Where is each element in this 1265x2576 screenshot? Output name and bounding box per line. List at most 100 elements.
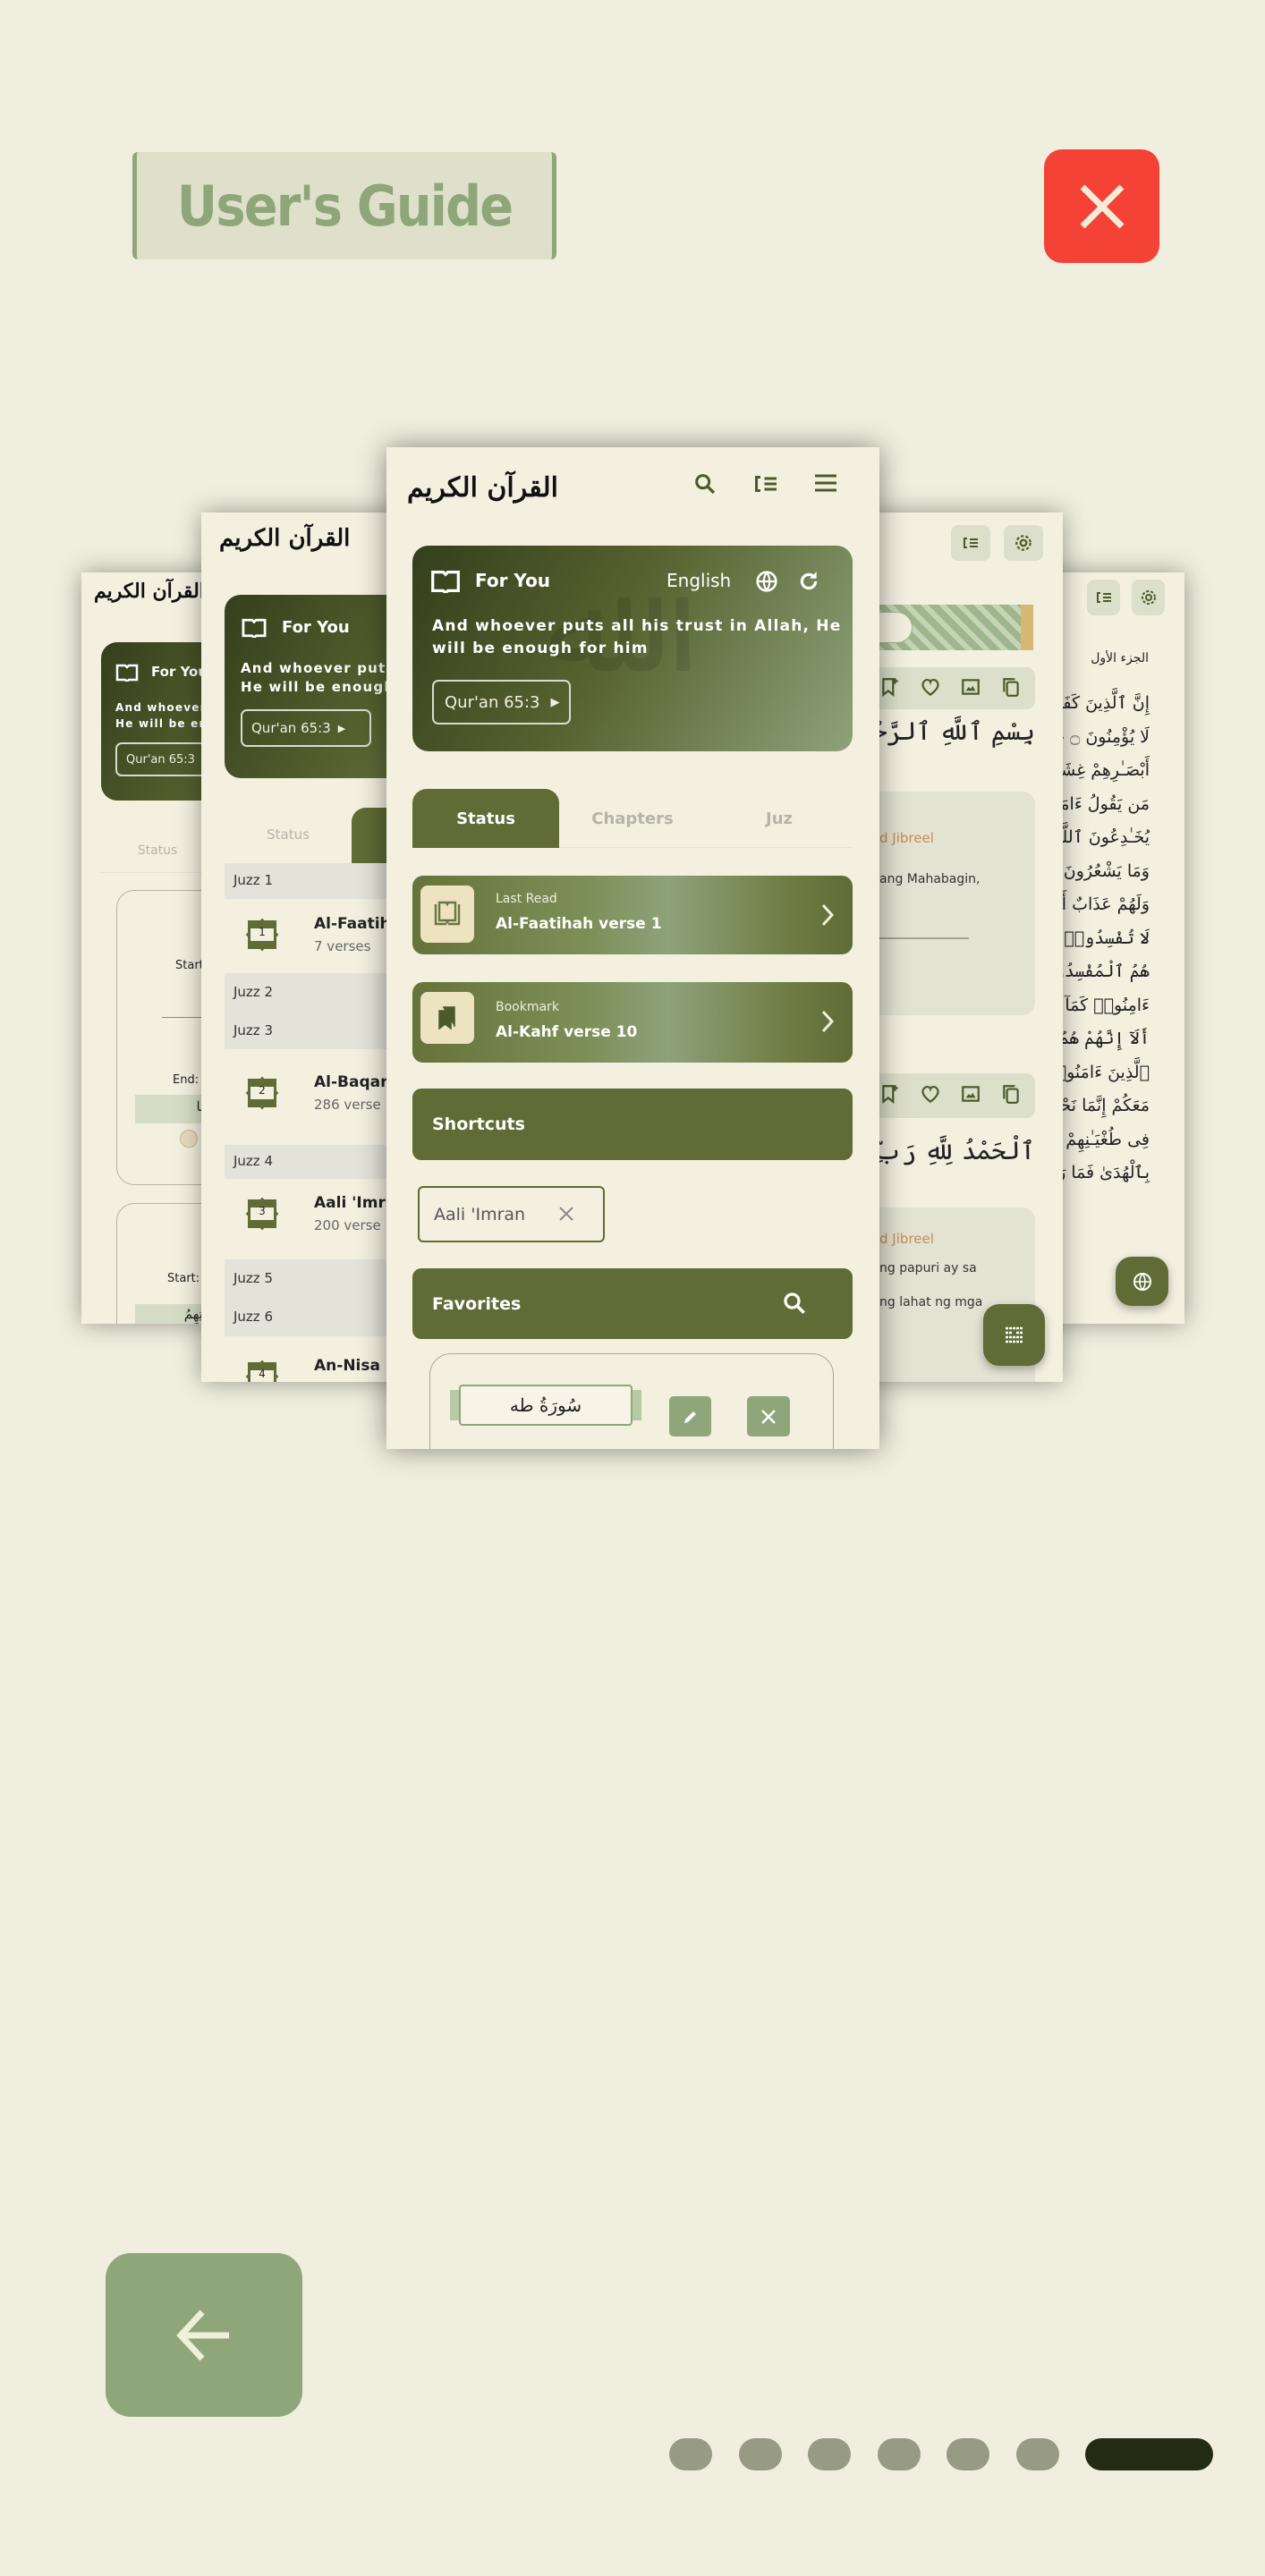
- surah-name: سُورَةُ طه: [509, 1394, 582, 1416]
- settings-button[interactable]: [1004, 525, 1043, 561]
- bookmark-add-icon[interactable]: [879, 676, 901, 698]
- menu-icon[interactable]: [813, 473, 838, 493]
- verse-reference: Qur'an 65:3: [445, 692, 540, 712]
- gear-icon: [1141, 590, 1156, 605]
- close-icon: [1080, 184, 1124, 228]
- playlist-icon[interactable]: [752, 474, 779, 494]
- remove-favorite-button[interactable]: [747, 1396, 790, 1436]
- app-logo: القرآن الكريم: [94, 580, 205, 603]
- end-label: End:: [173, 1073, 200, 1087]
- tab-status[interactable]: Status: [108, 837, 207, 864]
- verse-reference: Qur'an 65:3: [126, 752, 195, 767]
- playlist-button[interactable]: [1087, 580, 1120, 615]
- close-icon: [761, 1409, 776, 1424]
- reciter-name: d Jibreel: [879, 1231, 934, 1247]
- for-you-panel: ﷲ For You English And whoever puts all h…: [412, 546, 853, 751]
- shortcuts-header: Shortcuts: [412, 1089, 853, 1160]
- remove-icon[interactable]: [558, 1206, 574, 1222]
- shortcut-chip-label: Aali 'Imran: [434, 1204, 526, 1224]
- users-guide-title: User's Guide: [132, 152, 556, 259]
- heart-icon[interactable]: [920, 676, 941, 698]
- last-read-label: Last Read: [496, 892, 557, 906]
- refresh-icon[interactable]: [797, 570, 820, 593]
- pagination-dot[interactable]: [1015, 2438, 1059, 2470]
- verse-end-marker: [180, 1130, 198, 1148]
- language-selector[interactable]: English: [666, 570, 731, 591]
- playlist-button[interactable]: [951, 525, 990, 561]
- edit-favorite-button[interactable]: [669, 1396, 711, 1436]
- verse-reference-button[interactable]: Qur'an 65:3 ▶: [432, 680, 571, 724]
- pagination-dot[interactable]: [877, 2438, 921, 2470]
- back-button[interactable]: [106, 2253, 302, 2417]
- book-icon: [115, 664, 139, 682]
- verse-reference-button[interactable]: Qur'an 65:3 ▶: [241, 709, 371, 747]
- start-label-2: Start:: [167, 1272, 200, 1285]
- bookmark-label: Bookmark: [496, 1000, 559, 1014]
- preview-card-home: القرآن الكريم ﷲ For You English And whoe…: [386, 447, 879, 1449]
- bookmark-value: Al-Kahf verse 10: [496, 1023, 638, 1041]
- settings-button[interactable]: [1132, 580, 1165, 615]
- pagination-dot-active[interactable]: [1085, 2438, 1213, 2470]
- for-you-quote: And whoever puts all his trust in Allah,…: [432, 617, 842, 657]
- close-button[interactable]: [1044, 149, 1159, 263]
- chevron-right-icon: [821, 1010, 835, 1033]
- view-mode-fab[interactable]: [983, 1304, 1045, 1366]
- translation-fab[interactable]: [1116, 1257, 1168, 1306]
- tab-status[interactable]: Status: [225, 808, 352, 861]
- pagination-dot[interactable]: [947, 2438, 989, 2470]
- start-label: Start: [175, 959, 204, 972]
- last-read-card[interactable]: Last Read Al-Faatihah verse 1: [412, 876, 853, 954]
- heart-icon[interactable]: [920, 1083, 941, 1105]
- copy-icon[interactable]: [1000, 676, 1022, 698]
- app-logo: القرآن الكريم: [219, 525, 351, 552]
- open-book-icon: [434, 901, 461, 926]
- juz-label: Juzz 1: [233, 872, 273, 888]
- chapter-verses: 7 verses: [314, 938, 371, 954]
- favorites-title: Favorites: [432, 1293, 522, 1314]
- surah-frame: سُورَةُ طه: [459, 1385, 632, 1426]
- audio-progress: [879, 937, 969, 939]
- chapter-number: 2: [259, 1084, 266, 1097]
- bookmark-icon: [438, 1006, 455, 1030]
- shortcut-chip[interactable]: Aali 'Imran: [418, 1186, 605, 1242]
- chapter-number: 1: [259, 926, 266, 938]
- for-you-title: For You: [282, 618, 350, 637]
- tab-juz[interactable]: Juz: [706, 789, 853, 848]
- app-logo: القرآن الكريم: [407, 472, 558, 504]
- reading-mode-icon: [1005, 1326, 1023, 1343]
- image-icon[interactable]: [960, 1083, 981, 1105]
- globe-icon: [1133, 1272, 1151, 1291]
- image-icon[interactable]: [960, 676, 981, 698]
- search-icon[interactable]: [781, 1290, 808, 1317]
- bookmark-add-icon[interactable]: [879, 1083, 901, 1105]
- pagination-dot[interactable]: [808, 2438, 851, 2470]
- chapter-name: Al-Baqar: [314, 1073, 388, 1091]
- book-icon: [431, 570, 460, 593]
- bookmark-icon-box: [420, 992, 474, 1044]
- for-you-title: For You: [475, 570, 551, 591]
- bookmark-card[interactable]: Bookmark Al-Kahf verse 10: [412, 982, 853, 1063]
- gear-icon: [1015, 535, 1032, 551]
- tab-chapters[interactable]: Chapters: [559, 789, 706, 848]
- globe-icon[interactable]: [755, 570, 778, 593]
- last-read-icon-box: [420, 886, 474, 943]
- search-icon[interactable]: [692, 471, 717, 496]
- pagination-dot[interactable]: [669, 2438, 712, 2470]
- tab-status[interactable]: Status: [412, 789, 559, 848]
- tab-bar: Status Chapters Juz: [412, 789, 853, 848]
- reciter-name: d Jibreel: [879, 830, 934, 846]
- chapter-number: 3: [259, 1205, 266, 1217]
- book-icon: [242, 618, 267, 638]
- copy-icon[interactable]: [1000, 1083, 1022, 1105]
- playlist-icon: [964, 538, 978, 548]
- chapter-verses: 286 verse: [314, 1097, 381, 1113]
- favorite-item[interactable]: سُورَةُ طه: [429, 1353, 834, 1449]
- juz-label: Juzz 4: [233, 1153, 273, 1169]
- chapter-name: Aali 'Imr: [314, 1194, 386, 1212]
- pagination-dot[interactable]: [738, 2438, 782, 2470]
- play-arrow-icon: ▶: [550, 695, 560, 709]
- playlist-icon: [1096, 592, 1111, 603]
- translation-text: ng lahat ng mga: [879, 1295, 983, 1309]
- chapter-name: An-Nisa: [314, 1357, 380, 1375]
- shortcuts-title: Shortcuts: [432, 1114, 525, 1134]
